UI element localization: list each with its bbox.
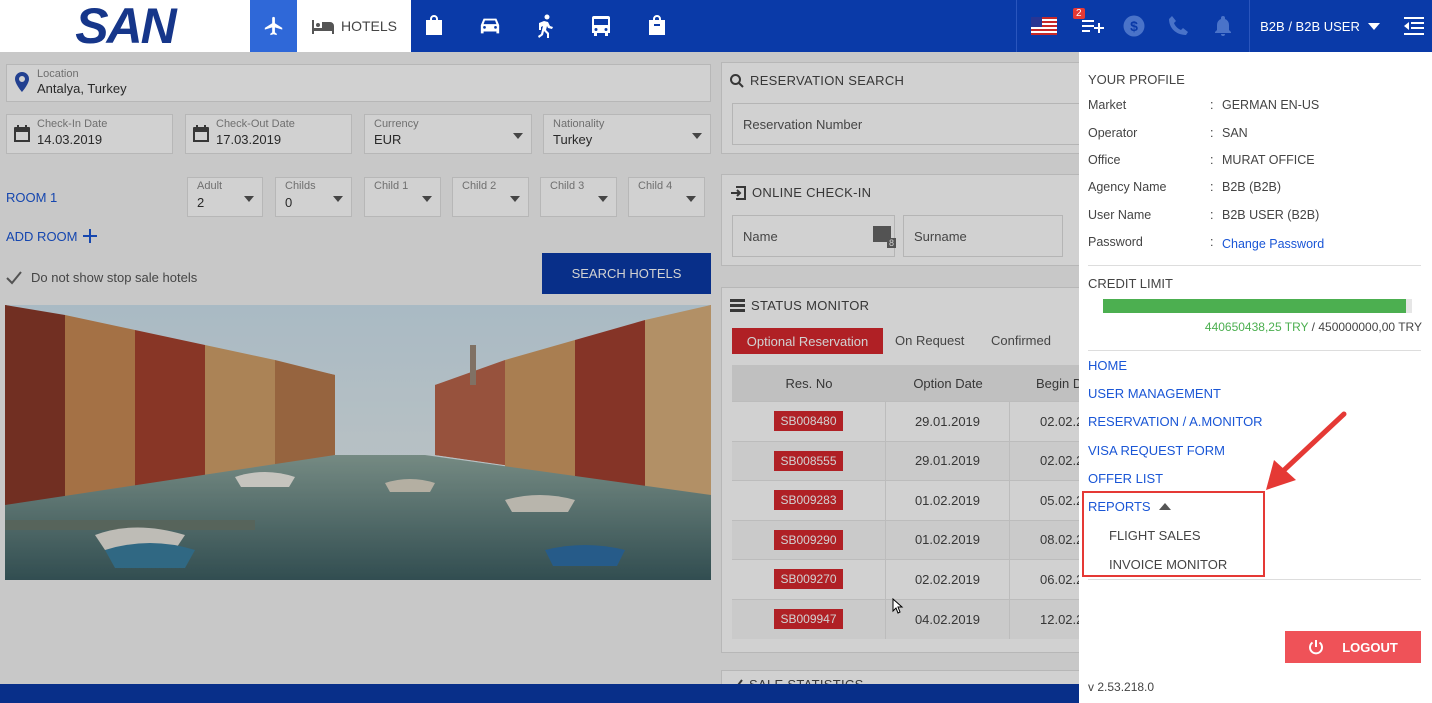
menu-user-management[interactable]: USER MANAGEMENT — [1088, 386, 1221, 401]
user-name-value: B2B USER (B2B) — [1222, 208, 1320, 222]
nav-hotels[interactable]: HOTELS — [297, 0, 411, 52]
dollar-circle-icon: $ — [1123, 15, 1145, 37]
top-navigation-bar: SAN HOTELS 2 $ B2B / B2B USER — [0, 0, 1432, 54]
menu-reports-label: REPORTS — [1088, 499, 1151, 514]
version-text: v 2.53.218.0 — [1088, 680, 1155, 694]
password-key: Password — [1088, 235, 1143, 249]
menu-home[interactable]: HOME — [1088, 358, 1127, 373]
menu-flight-sales[interactable]: FLIGHT SALES — [1109, 528, 1201, 543]
walking-person-icon — [538, 14, 553, 38]
colon: : — [1210, 208, 1214, 222]
nav-flights[interactable] — [250, 0, 297, 52]
operator-value: SAN — [1222, 126, 1248, 140]
market-value: GERMAN EN-US — [1222, 98, 1320, 112]
colon: : — [1210, 126, 1214, 140]
agency-key: Agency Name — [1088, 180, 1167, 194]
credit-limit-text: 440650438,25 TRY / 450000000,00 TRY — [1205, 320, 1422, 334]
bag-icon — [426, 15, 442, 35]
bus-icon — [592, 16, 610, 36]
nav-car-rental[interactable] — [467, 0, 513, 52]
profile-title: YOUR PROFILE — [1088, 72, 1185, 87]
airplane-icon — [264, 16, 282, 36]
power-icon — [1309, 640, 1324, 655]
phone-icon — [1169, 16, 1188, 35]
credit-used: 440650438,25 TRY — [1204, 320, 1309, 334]
chevron-up-icon — [1158, 503, 1171, 510]
divider — [1088, 579, 1421, 580]
logo[interactable]: SAN — [0, 0, 250, 54]
menu-invoice-monitor[interactable]: INVOICE MONITOR — [1109, 557, 1227, 572]
menu-reports[interactable]: REPORTS — [1088, 499, 1171, 514]
car-icon — [480, 18, 500, 34]
us-flag-icon — [1031, 17, 1057, 35]
colon: : — [1210, 153, 1214, 167]
bell-icon — [1215, 16, 1231, 36]
phone-button[interactable] — [1160, 0, 1196, 52]
colon: : — [1210, 235, 1214, 249]
profile-side-panel: YOUR PROFILE Market : GERMAN EN-US Opera… — [1079, 52, 1432, 703]
menu-visa-request-form[interactable]: VISA REQUEST FORM — [1088, 443, 1225, 458]
colon: : — [1210, 180, 1214, 194]
credit-total: 450000000,00 TRY — [1318, 320, 1422, 334]
bed-icon — [311, 20, 334, 34]
credit-limit-title: CREDIT LIMIT — [1088, 276, 1173, 291]
nav-hotels-label: HOTELS — [340, 18, 397, 34]
user-menu-label: B2B / B2B USER — [1260, 18, 1360, 34]
menu-offer-list[interactable]: OFFER LIST — [1088, 471, 1163, 486]
divider — [1088, 350, 1421, 351]
nav-tours[interactable] — [411, 0, 457, 52]
annotation-arrow-icon — [1266, 411, 1347, 490]
divider — [1088, 265, 1421, 266]
logo-text: SAN — [75, 0, 177, 54]
market-key: Market — [1088, 98, 1127, 112]
office-key: Office — [1088, 153, 1121, 167]
shopping-bag-icon — [649, 15, 665, 35]
office-value: MURAT OFFICE — [1222, 153, 1315, 167]
currency-button[interactable]: $ — [1116, 0, 1152, 52]
svg-text:$: $ — [1130, 18, 1138, 34]
nav-packages[interactable] — [634, 0, 680, 52]
nav-excursions[interactable] — [522, 0, 568, 52]
agency-value: B2B (B2B) — [1222, 180, 1282, 194]
user-name-key: User Name — [1088, 208, 1152, 222]
operator-key: Operator — [1088, 126, 1138, 140]
cart-count-badge: 2 — [1073, 8, 1085, 19]
notifications-button[interactable] — [1205, 0, 1241, 52]
colon: : — [1210, 98, 1214, 112]
credit-separator: / — [1308, 320, 1319, 334]
mouse-cursor-icon — [892, 598, 904, 614]
user-menu-button[interactable]: B2B / B2B USER — [1250, 0, 1390, 52]
menu-collapse-icon — [1404, 17, 1424, 35]
modal-backdrop[interactable] — [0, 52, 1079, 703]
side-menu-toggle[interactable] — [1396, 0, 1432, 52]
language-flag-us[interactable] — [1024, 0, 1064, 52]
chevron-down-icon — [1367, 22, 1380, 30]
change-password-link[interactable]: Change Password — [1222, 237, 1324, 251]
divider — [1016, 0, 1017, 52]
cart-button[interactable]: 2 — [1070, 0, 1114, 52]
menu-reservation-monitor[interactable]: RESERVATION / A.MONITOR — [1088, 414, 1263, 429]
credit-limit-bar — [1103, 299, 1412, 313]
playlist-add-icon — [1082, 20, 1104, 33]
credit-limit-fill — [1103, 299, 1406, 313]
logout-button[interactable]: LOGOUT — [1285, 631, 1421, 663]
logout-label: LOGOUT — [1342, 639, 1398, 655]
nav-transfers[interactable] — [578, 0, 624, 52]
